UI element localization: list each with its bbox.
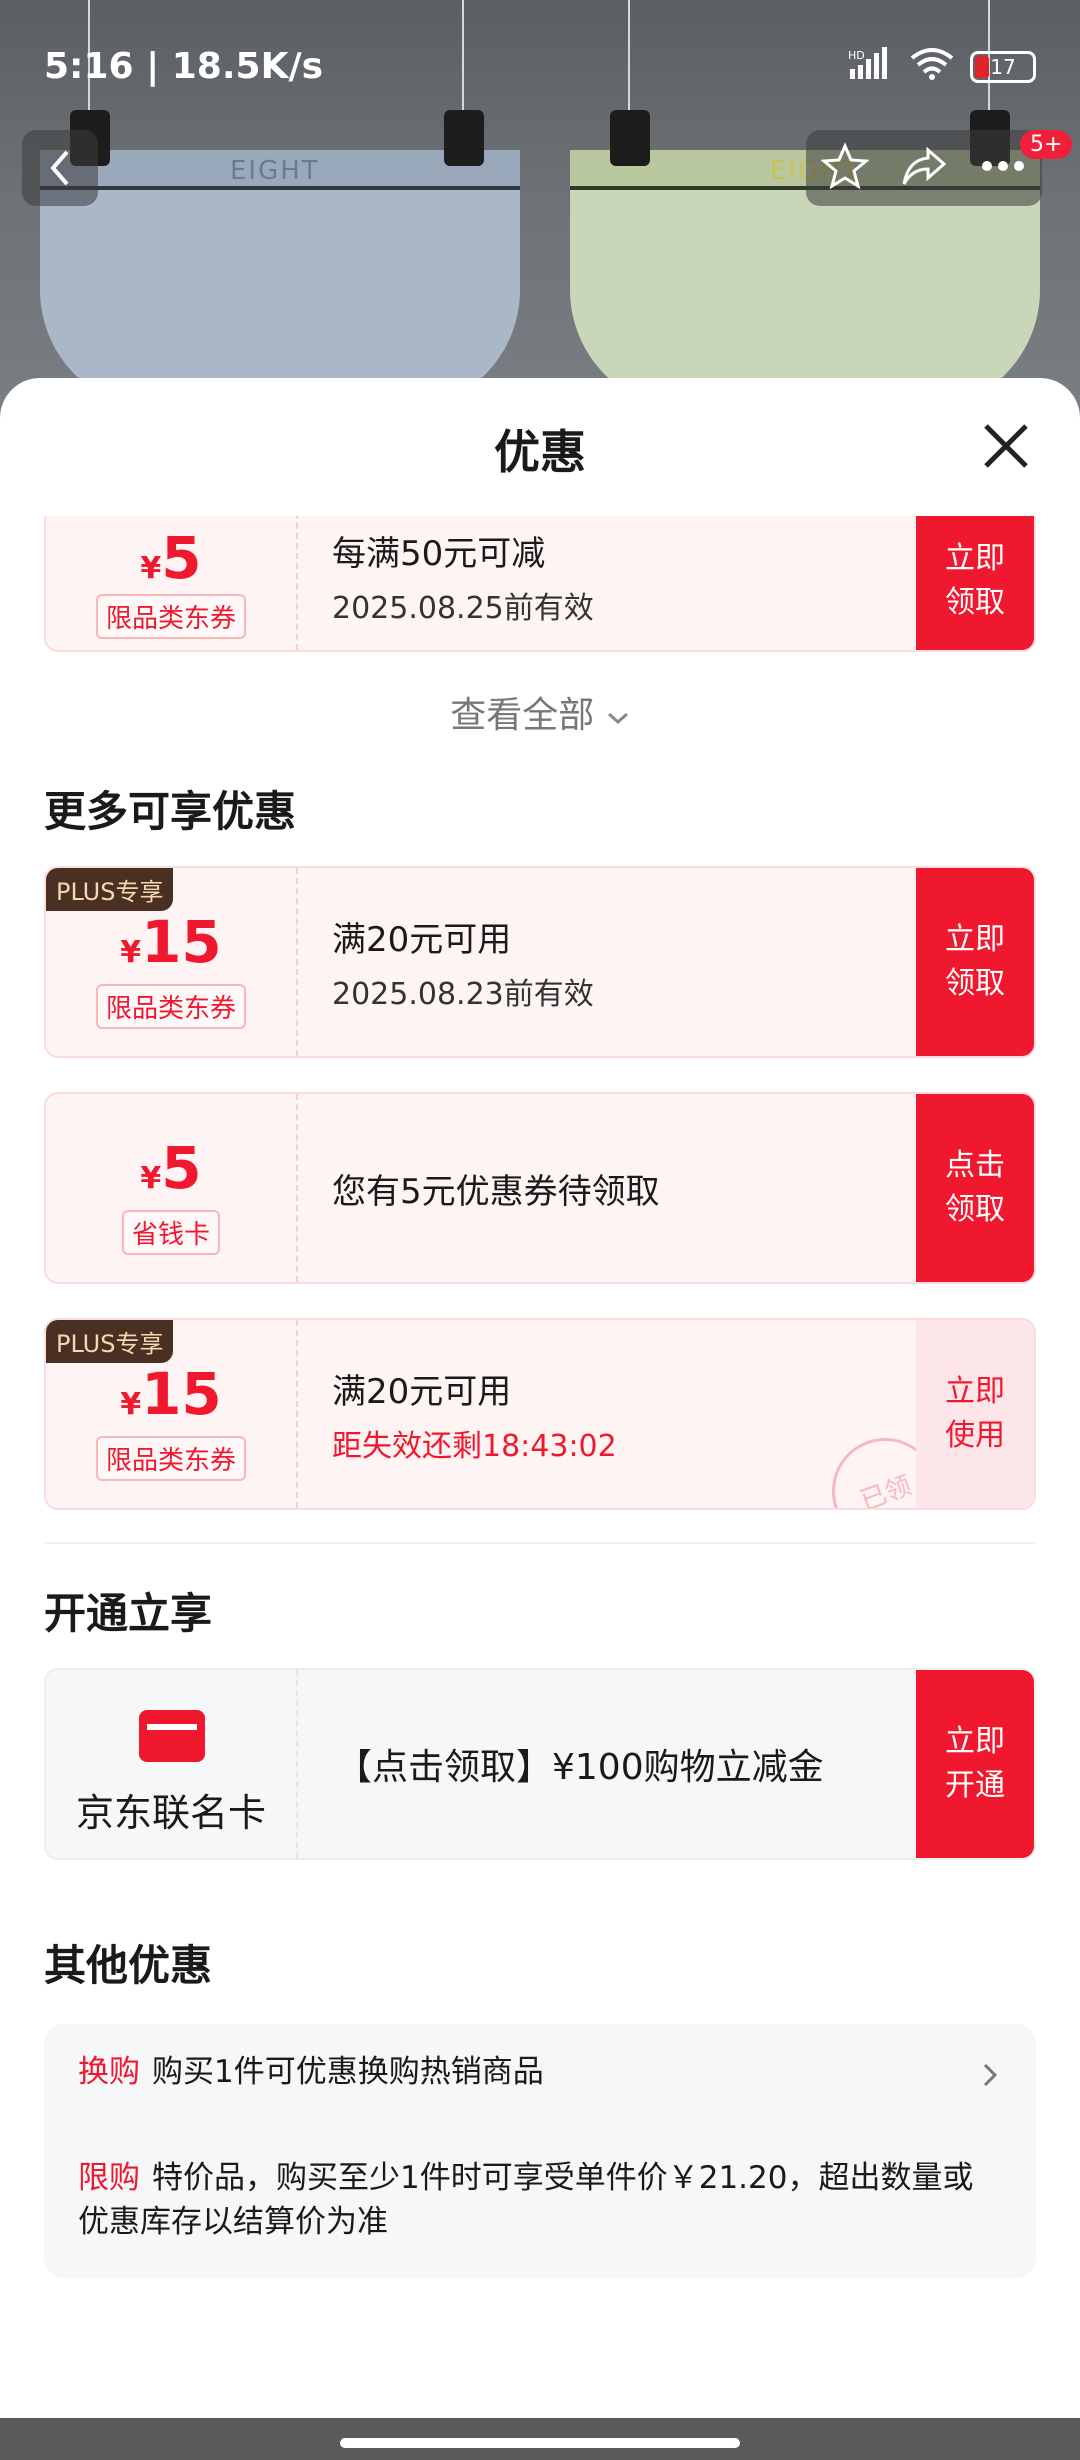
see-all-label: 查看全部 [450, 695, 595, 736]
coupon-info: 满20元可用 2025.08.23前有效 [332, 868, 594, 1056]
open-card-button[interactable]: 立即 开通 [916, 1670, 1034, 1858]
coupon-validity: 2025.08.25前有效 [332, 590, 594, 626]
coupon-tag: 限品类东券 [95, 1436, 247, 1481]
more-icon[interactable] [979, 158, 1027, 178]
share-icon[interactable] [900, 142, 948, 194]
discount-sheet: 优惠 ¥5 限品类东券 每满50元可减 2025.08.25前有效 立即 领取 … [0, 378, 1080, 2418]
coupon-tag: 限品类东券 [95, 984, 247, 1029]
product-image-blue: EIGHT [40, 150, 520, 410]
offer-text: 购买1件可优惠换购热销商品 [152, 2054, 544, 2090]
status-bar: 5:16 | 18.5K/s HD 17 [0, 0, 1080, 140]
claim-button[interactable]: 点击 领取 [916, 1094, 1034, 1282]
claim-button-label: 立即 领取 [945, 922, 1005, 1001]
coupon-condition: 您有5元优惠券待领取 [332, 1171, 660, 1212]
wifi-icon [908, 46, 956, 88]
close-icon [984, 424, 1028, 468]
see-all-link[interactable]: 查看全部 [0, 686, 1080, 738]
coupon-countdown: 距失效还剩18:43:02 [332, 1428, 617, 1464]
coupon-left: ¥5 限品类东券 [46, 516, 298, 650]
chevron-down-icon [607, 712, 628, 725]
section-title-more: 更多可享优惠 [44, 787, 297, 836]
open-card-button-label: 立即 开通 [945, 1724, 1005, 1803]
claim-button[interactable]: 立即 领取 [916, 868, 1034, 1056]
divider [44, 1542, 1036, 1544]
coupon-card: ¥5 限品类东券 每满50元可减 2025.08.25前有效 立即 领取 [44, 516, 1036, 652]
exchange-offer-row[interactable]: 换购 购买1件可优惠换购热销商品 [78, 2050, 996, 2094]
offer-key: 限购 [78, 2160, 140, 2196]
cobrand-card-label: 京东联名卡 [75, 1791, 266, 1835]
coupon-left: PLUS专享 ¥15 限品类东券 [46, 1320, 298, 1508]
cobrand-offer-text: 【点击领取】¥100购物立减金 [336, 1747, 824, 1788]
coupon-condition: 满20元可用 [332, 919, 512, 960]
home-handle[interactable] [340, 2438, 740, 2448]
svg-text:HD: HD [848, 49, 865, 62]
coupon-card: PLUS专享 ¥15 限品类东券 满20元可用 2025.08.23前有效 立即… [44, 866, 1036, 1058]
battery-level: 17 [990, 55, 1016, 79]
coupon-left: ¥5 省钱卡 [46, 1094, 298, 1282]
plus-exclusive-tag: PLUS专享 [46, 868, 174, 911]
top-actions [806, 130, 1042, 206]
coupon-amount: ¥5 [140, 1134, 202, 1202]
back-button[interactable] [22, 130, 98, 206]
coupon-amount: ¥5 [140, 524, 202, 592]
offer-key: 换购 [78, 2054, 140, 2090]
coupon-info: 满20元可用 距失效还剩18:43:02 [332, 1320, 617, 1508]
sheet-title: 优惠 [494, 425, 586, 479]
signal-icon: HD [848, 47, 894, 87]
system-nav-bar [0, 2418, 1080, 2460]
battery-icon: 17 [970, 51, 1036, 83]
chevron-left-icon [50, 150, 69, 186]
coupon-amount: ¥15 [120, 1360, 222, 1428]
other-offers-box: 换购 购买1件可优惠换购热销商品 限购 特价品，购买至少1件时可享受单件价￥21.2… [44, 2024, 1036, 2278]
close-button[interactable] [976, 416, 1036, 476]
coupon-tag: 限品类东券 [95, 594, 247, 639]
claim-button[interactable]: 立即 领取 [916, 516, 1034, 650]
section-title-open: 开通立享 [44, 1589, 213, 1638]
message-badge: 5+ [1020, 130, 1073, 159]
plus-exclusive-tag: PLUS专享 [46, 1320, 174, 1363]
cobrand-card-offer: 京东联名卡 【点击领取】¥100购物立减金 立即 开通 [44, 1668, 1036, 1860]
waistband-text: EIGHT [230, 156, 320, 186]
credit-card-icon [139, 1710, 205, 1762]
claim-button-label: 立即 领取 [945, 541, 1005, 620]
coupon-info: 每满50元可减 2025.08.25前有效 [332, 516, 594, 650]
status-time: 5:16 | 18.5K/s [44, 46, 324, 87]
claim-button-label: 点击 领取 [945, 1148, 1005, 1227]
coupon-condition: 满20元可用 [332, 1371, 512, 1412]
coupon-left: PLUS专享 ¥15 限品类东券 [46, 868, 298, 1056]
coupon-condition: 每满50元可减 [332, 533, 546, 574]
cobrand-card-left: 京东联名卡 [46, 1670, 298, 1858]
section-title-other: 其他优惠 [44, 1941, 213, 1990]
sheet-header: 优惠 [0, 378, 1080, 516]
use-button[interactable]: 立即 使用 [916, 1320, 1034, 1508]
star-icon[interactable] [820, 142, 871, 194]
status-icons: HD 17 [848, 46, 1036, 88]
coupon-tag: 省钱卡 [121, 1210, 221, 1255]
offer-text: 特价品，购买至少1件时可享受单件价￥21.20，超出数量或优惠库存以结算价为准 [78, 2160, 974, 2240]
coupon-validity: 2025.08.23前有效 [332, 976, 594, 1012]
coupon-info: 您有5元优惠券待领取 [332, 1094, 660, 1282]
coupon-card: ¥5 省钱卡 您有5元优惠券待领取 点击 领取 [44, 1092, 1036, 1284]
coupon-card: PLUS专享 ¥15 限品类东券 满20元可用 距失效还剩18:43:02 已领… [44, 1318, 1036, 1510]
coupon-amount: ¥15 [120, 908, 222, 976]
purchase-limit-row: 限购 特价品，购买至少1件时可享受单件价￥21.20，超出数量或优惠库存以结算价为… [78, 2156, 996, 2244]
sheet-scroll-content[interactable]: ¥5 限品类东券 每满50元可减 2025.08.25前有效 立即 领取 查看全… [0, 516, 1080, 2418]
use-button-label: 立即 使用 [945, 1374, 1005, 1453]
chevron-right-icon [983, 2063, 998, 2087]
